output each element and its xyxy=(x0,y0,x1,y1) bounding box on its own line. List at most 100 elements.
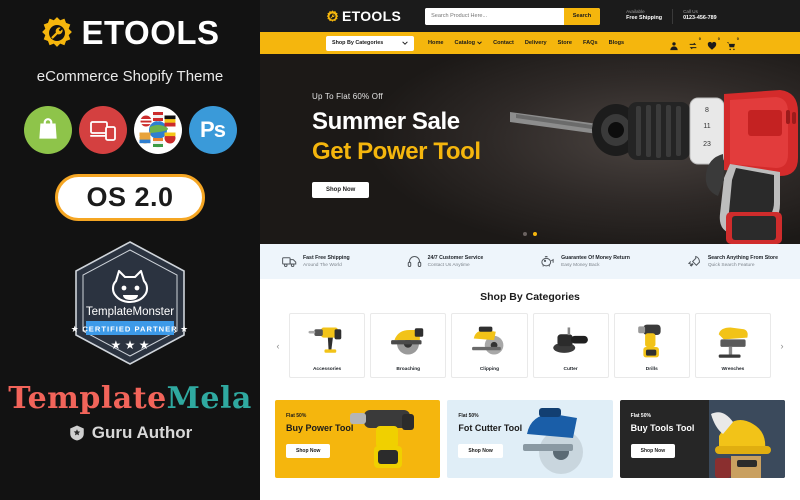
banner-shop-now-button[interactable]: Shop Now xyxy=(458,443,503,458)
svg-text:★ ★ ★: ★ ★ ★ xyxy=(111,338,150,352)
nav-item-delivery[interactable]: Delivery xyxy=(525,40,547,46)
services-strip: Fast Free Shipping Around The World 24/7… xyxy=(260,244,800,279)
carousel-next-button[interactable]: › xyxy=(776,341,788,351)
banner-shop-now-button[interactable]: Shop Now xyxy=(630,443,676,458)
promo-subtitle: eCommerce Shopify Theme xyxy=(36,68,224,85)
promo-banner-tools[interactable]: Flat 50% Buy Tools Tool Shop Now xyxy=(619,400,785,478)
service-title: Search Anything From Store xyxy=(707,255,778,261)
category-card-clipping[interactable]: Clipping xyxy=(451,313,528,378)
shop-by-categories-label: Shop By Categories xyxy=(332,40,384,46)
banner-title: Buy Tools Tool xyxy=(630,423,695,433)
info-available: Available Free Shipping xyxy=(626,9,662,22)
category-image xyxy=(534,314,608,367)
guru-author: Guru Author xyxy=(68,423,192,443)
store-logo[interactable]: ETOOLS xyxy=(326,8,401,24)
service-subtitle: Around The World xyxy=(303,263,342,268)
yellow-jigsaw xyxy=(718,327,748,358)
carousel-prev-button[interactable]: ‹ xyxy=(272,341,284,351)
yellow-cordless-drill xyxy=(637,324,661,357)
svg-text:23: 23 xyxy=(703,141,711,148)
category-card-broaching[interactable]: Broaching xyxy=(370,313,447,378)
guru-author-label: Guru Author xyxy=(91,422,193,442)
responsive-devices-icon xyxy=(78,105,127,154)
search-bar[interactable]: Search xyxy=(425,7,601,25)
svg-text:8: 8 xyxy=(705,107,709,114)
cart-icon[interactable]: 0 xyxy=(726,36,739,51)
promo-banner-cutter-tool[interactable]: Flat 50% Fot Cutter Tool Shop Now xyxy=(447,400,613,478)
chevron-down-icon xyxy=(402,41,408,45)
templatemela-brand: TemplateMela xyxy=(8,381,252,416)
piggy-bank-icon xyxy=(541,256,554,267)
category-name: Accessories xyxy=(312,367,342,372)
store-logo-text: ETOOLS xyxy=(342,8,402,24)
search-input[interactable] xyxy=(425,7,564,25)
info-call-value: 0123-456-789 xyxy=(683,15,717,22)
yellow-rotary-hammer xyxy=(308,327,342,353)
service-fast-free-shipping: Fast Free Shipping Around The World xyxy=(282,254,350,269)
hero-headline: Summer Sale xyxy=(312,108,460,135)
nav-item-home[interactable]: Home xyxy=(428,40,444,46)
svg-text:11: 11 xyxy=(703,123,710,130)
compare-icon[interactable]: 0 xyxy=(688,36,701,50)
promo-banner-power-tool[interactable]: Flat 50% Buy Power Tool Shop Now xyxy=(275,400,441,478)
nav-action-icons: 0 0 0 xyxy=(669,36,739,51)
category-card-accessories[interactable]: Accessories xyxy=(289,313,366,378)
banner-copy: Flat 50% Buy Tools Tool Shop Now xyxy=(630,413,695,458)
banner-flat-label: Flat 50% xyxy=(458,413,479,419)
world-flags-icon xyxy=(133,105,182,154)
category-image xyxy=(696,314,770,367)
account-icon[interactable] xyxy=(669,38,679,51)
photoshop-icon: Ps xyxy=(188,105,237,154)
hero-kicker: Up To Flat 60% Off xyxy=(312,92,383,101)
category-card-cutter[interactable]: Cutter xyxy=(532,313,609,378)
header-info-blocks: Available Free Shipping Call Us 0123-456… xyxy=(626,8,717,24)
chevron-down-icon xyxy=(477,41,482,45)
category-image xyxy=(290,314,364,367)
shop-by-categories-dropdown[interactable]: Shop By Categories xyxy=(326,35,414,51)
nav-item-faqs[interactable]: FAQs xyxy=(583,40,598,46)
slider-dot-1[interactable] xyxy=(523,232,527,236)
category-name: Broaching xyxy=(396,367,421,372)
service-title: 24/7 Customer Service xyxy=(427,255,484,261)
wishlist-heart-icon[interactable]: 0 xyxy=(707,36,720,50)
info-available-value: Free Shipping xyxy=(626,15,663,22)
promo-banners: Flat 50% Buy Power Tool Shop Now Flat 50… xyxy=(260,400,800,478)
category-name: Drills xyxy=(645,367,658,372)
red-power-drill-photo: 8 11 23 xyxy=(510,90,798,244)
os-version-badge: OS 2.0 xyxy=(55,173,205,221)
shopify-bag-icon xyxy=(23,105,72,154)
hero-subheadline: Get Power Tool xyxy=(312,138,481,165)
banner-flat-label: Flat 50% xyxy=(630,413,651,419)
divider xyxy=(672,8,674,24)
delivery-truck-icon xyxy=(282,257,297,267)
slider-dot-2[interactable] xyxy=(533,232,537,236)
service-customer-service: 24/7 Customer Service Contact Us Anytime xyxy=(407,254,484,269)
category-image xyxy=(452,314,526,367)
service-search-store: Search Anything From Store Quick Search … xyxy=(687,254,778,269)
nav-item-catalog[interactable]: Catalog xyxy=(455,40,483,46)
hero-shop-now-button[interactable]: Shop Now xyxy=(312,182,370,198)
banner-title: Fot Cutter Tool xyxy=(458,423,523,433)
nav-item-store[interactable]: Store xyxy=(558,40,572,46)
nav-item-contact[interactable]: Contact xyxy=(493,40,514,46)
headset-icon xyxy=(407,256,421,267)
search-button[interactable]: Search xyxy=(563,7,601,25)
categories-title: Shop By Categories xyxy=(480,291,580,303)
category-cards: Accessories Broaching Clipping Cutter Dr… xyxy=(289,313,772,378)
category-card-drills[interactable]: Drills xyxy=(613,313,690,378)
category-name: Wrenches xyxy=(721,367,745,372)
brand-part-template: Template xyxy=(8,380,167,416)
service-subtitle: Easy Money Back xyxy=(561,263,600,268)
cart-count: 0 xyxy=(736,36,739,41)
category-card-wrenches[interactable]: Wrenches xyxy=(694,313,772,378)
categories-carousel: ‹ Accessories Broaching Clipping Cutter … xyxy=(260,313,800,378)
photoshop-label: Ps xyxy=(200,116,226,142)
banner-shop-now-button[interactable]: Shop Now xyxy=(286,443,331,458)
nav-item-blogs[interactable]: Blogs xyxy=(609,40,625,46)
rocket-icon xyxy=(687,255,700,267)
categories-section: Shop By Categories ‹ Accessories Broachi… xyxy=(260,279,800,397)
gear-wrench-icon xyxy=(326,9,339,22)
promo-panel: ETOOLS eCommerce Shopify Theme Ps OS 2.0… xyxy=(0,0,260,500)
service-title: Fast Free Shipping xyxy=(303,255,350,261)
svg-text:★ CERTIFIED PARTNER ★: ★ CERTIFIED PARTNER ★ xyxy=(71,324,188,333)
